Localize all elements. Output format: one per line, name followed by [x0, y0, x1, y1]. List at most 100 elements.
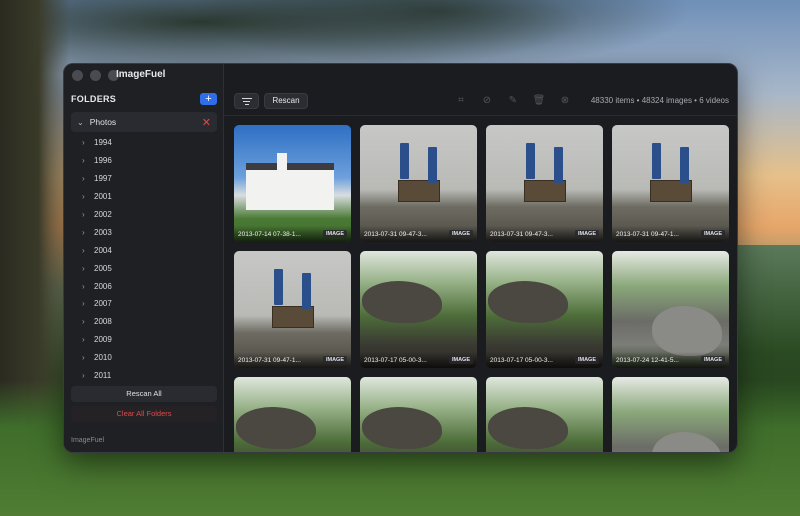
chevron-right-icon[interactable]: ›: [82, 192, 94, 201]
chevron-right-icon[interactable]: ›: [82, 282, 94, 291]
edit-icon[interactable]: ✎: [506, 94, 520, 108]
chevron-right-icon[interactable]: ›: [82, 210, 94, 219]
photo-thumbnail[interactable]: [612, 377, 729, 452]
chevron-right-icon[interactable]: ›: [82, 335, 94, 344]
photo-content: [554, 147, 563, 183]
photo-content: [524, 180, 566, 202]
year-folder-item[interactable]: › 2001: [82, 188, 217, 206]
rescan-all-button[interactable]: Rescan All: [71, 386, 217, 402]
close-circle-icon[interactable]: ⊗: [558, 94, 572, 108]
toolbar: Rescan ⌗ ⊘ ✎ 🗑 ⊗ 48330 items • 48324 ima…: [224, 64, 737, 116]
chevron-right-icon[interactable]: ›: [82, 138, 94, 147]
year-folder-item[interactable]: › 2011: [82, 367, 217, 385]
root-folder-label: Photos: [89, 117, 117, 127]
chevron-right-icon[interactable]: ›: [82, 246, 94, 255]
photo-content: [236, 407, 316, 449]
thumbnail-caption: 2013-07-17 05-00-3... IMAGE: [360, 352, 477, 368]
thumbnail-filename: 2013-07-17 05-00-3...: [490, 356, 553, 364]
media-type-badge: IMAGE: [322, 356, 347, 364]
year-folder-label: 2001: [94, 192, 112, 202]
chevron-right-icon[interactable]: ›: [82, 353, 94, 362]
minimize-window-button[interactable]: [90, 69, 101, 81]
sidebar-footer: ImageFuel: [71, 437, 105, 444]
year-folder-label: 2002: [94, 210, 112, 219]
photo-thumbnail[interactable]: 2013-07-14 07-38-1... IMAGE: [234, 125, 351, 242]
year-folder-item[interactable]: › 2007: [82, 295, 217, 313]
photo-thumbnail[interactable]: 2013-07-17 05-00-3... IMAGE: [486, 251, 603, 368]
chevron-right-icon[interactable]: ›: [82, 317, 94, 326]
thumbnail-caption: 2013-07-31 09-47-3... IMAGE: [486, 226, 603, 242]
year-folder-item[interactable]: › 2002: [82, 206, 217, 224]
year-folder-item[interactable]: › 2005: [82, 259, 217, 277]
add-folder-button[interactable]: +: [200, 93, 217, 105]
photo-content: [398, 180, 440, 202]
media-type-badge: IMAGE: [700, 230, 725, 238]
sidebar: ImageFuel FOLDERS + ⌄ Photos ✕ › 1994 › 199…: [64, 64, 224, 452]
chevron-right-icon[interactable]: ›: [82, 174, 94, 183]
photo-content: [272, 306, 314, 328]
photo-content: [652, 306, 722, 356]
year-folder-label: 2010: [94, 353, 112, 363]
year-folder-item[interactable]: › 2010: [82, 349, 217, 367]
year-folder-item[interactable]: › 1996: [82, 152, 217, 170]
trash-icon[interactable]: 🗑: [532, 94, 546, 108]
photo-content: [680, 147, 689, 183]
year-folder-label: 1997: [94, 174, 112, 184]
year-folder-item[interactable]: › 2009: [82, 331, 217, 349]
year-folder-label: 2008: [94, 317, 112, 327]
thumbnail-filename: 2013-07-31 09-47-1...: [616, 230, 679, 238]
year-folder-label: 2007: [94, 299, 112, 309]
chevron-right-icon[interactable]: ›: [82, 228, 94, 237]
photo-thumbnail[interactable]: [486, 377, 603, 452]
clear-all-folders-button[interactable]: Clear All Folders: [71, 406, 217, 422]
photo-thumbnail[interactable]: [234, 377, 351, 452]
photo-thumbnail[interactable]: 2013-07-31 09-47-3... IMAGE: [360, 125, 477, 242]
photo-thumbnail[interactable]: 2013-07-17 05-00-3... IMAGE: [360, 251, 477, 368]
photo-grid: 2013-07-14 07-38-1... IMAGE 2013-07-31 09-…: [234, 125, 729, 452]
app-window: ImageFuel FOLDERS + ⌄ Photos ✕ › 1994 › 199…: [63, 63, 738, 453]
year-folder-item[interactable]: › 2003: [82, 223, 217, 241]
thumbnail-caption: 2013-07-31 09-47-3... IMAGE: [360, 226, 477, 242]
chevron-down-icon[interactable]: ⌄: [77, 118, 84, 127]
photo-content: [428, 147, 437, 183]
year-folder-label: 2006: [94, 281, 112, 291]
filter-button[interactable]: [234, 93, 259, 109]
year-folder-label: 1994: [94, 138, 112, 148]
year-folder-item[interactable]: › 2008: [82, 313, 217, 331]
media-type-badge: IMAGE: [574, 356, 599, 364]
year-folder-label: 2009: [94, 335, 112, 345]
year-folder-item[interactable]: › 1994: [82, 134, 217, 152]
year-folder-label: 1996: [94, 156, 112, 166]
photo-thumbnail[interactable]: 2013-07-31 09-47-1... IMAGE: [234, 251, 351, 368]
media-type-badge: IMAGE: [700, 356, 725, 364]
photo-content: [277, 153, 287, 173]
photo-content: [652, 432, 722, 452]
year-folder-item[interactable]: › 2004: [82, 241, 217, 259]
root-folder-photos[interactable]: ⌄ Photos ✕: [71, 112, 217, 132]
year-folder-list: › 1994 › 1996 › 1997 › 2001 › 2002 › 2003 › 2004 › 2005…: [82, 134, 217, 384]
chevron-right-icon[interactable]: ›: [82, 156, 94, 165]
crop-icon[interactable]: ⌗: [454, 94, 468, 108]
photo-thumbnail[interactable]: [360, 377, 477, 452]
photo-thumbnail[interactable]: 2013-07-24 12-41-5... IMAGE: [612, 251, 729, 368]
chevron-right-icon[interactable]: ›: [82, 299, 94, 308]
thumbnail-filename: 2013-07-17 05-00-3...: [364, 356, 427, 364]
thumbnail-filename: 2013-07-31 09-47-3...: [364, 230, 427, 238]
photo-thumbnail[interactable]: 2013-07-31 09-47-1... IMAGE: [612, 125, 729, 242]
media-type-badge: IMAGE: [448, 356, 473, 364]
chevron-right-icon[interactable]: ›: [82, 371, 94, 380]
photo-content: [246, 170, 334, 210]
tool-icons: ⌗ ⊘ ✎ 🗑 ⊗: [454, 94, 572, 108]
rescan-button[interactable]: Rescan: [264, 93, 308, 109]
year-folder-label: 2003: [94, 227, 112, 237]
year-folder-item[interactable]: › 2006: [82, 277, 217, 295]
photo-thumbnail[interactable]: 2013-07-31 09-47-3... IMAGE: [486, 125, 603, 242]
filter-icon: [241, 97, 252, 105]
photo-content: [526, 143, 535, 179]
media-type-badge: IMAGE: [322, 230, 347, 238]
hide-icon[interactable]: ⊘: [480, 94, 494, 108]
chevron-right-icon[interactable]: ›: [82, 264, 94, 273]
close-window-button[interactable]: [72, 69, 83, 81]
remove-folder-icon[interactable]: ✕: [202, 116, 211, 129]
year-folder-item[interactable]: › 1997: [82, 170, 217, 188]
